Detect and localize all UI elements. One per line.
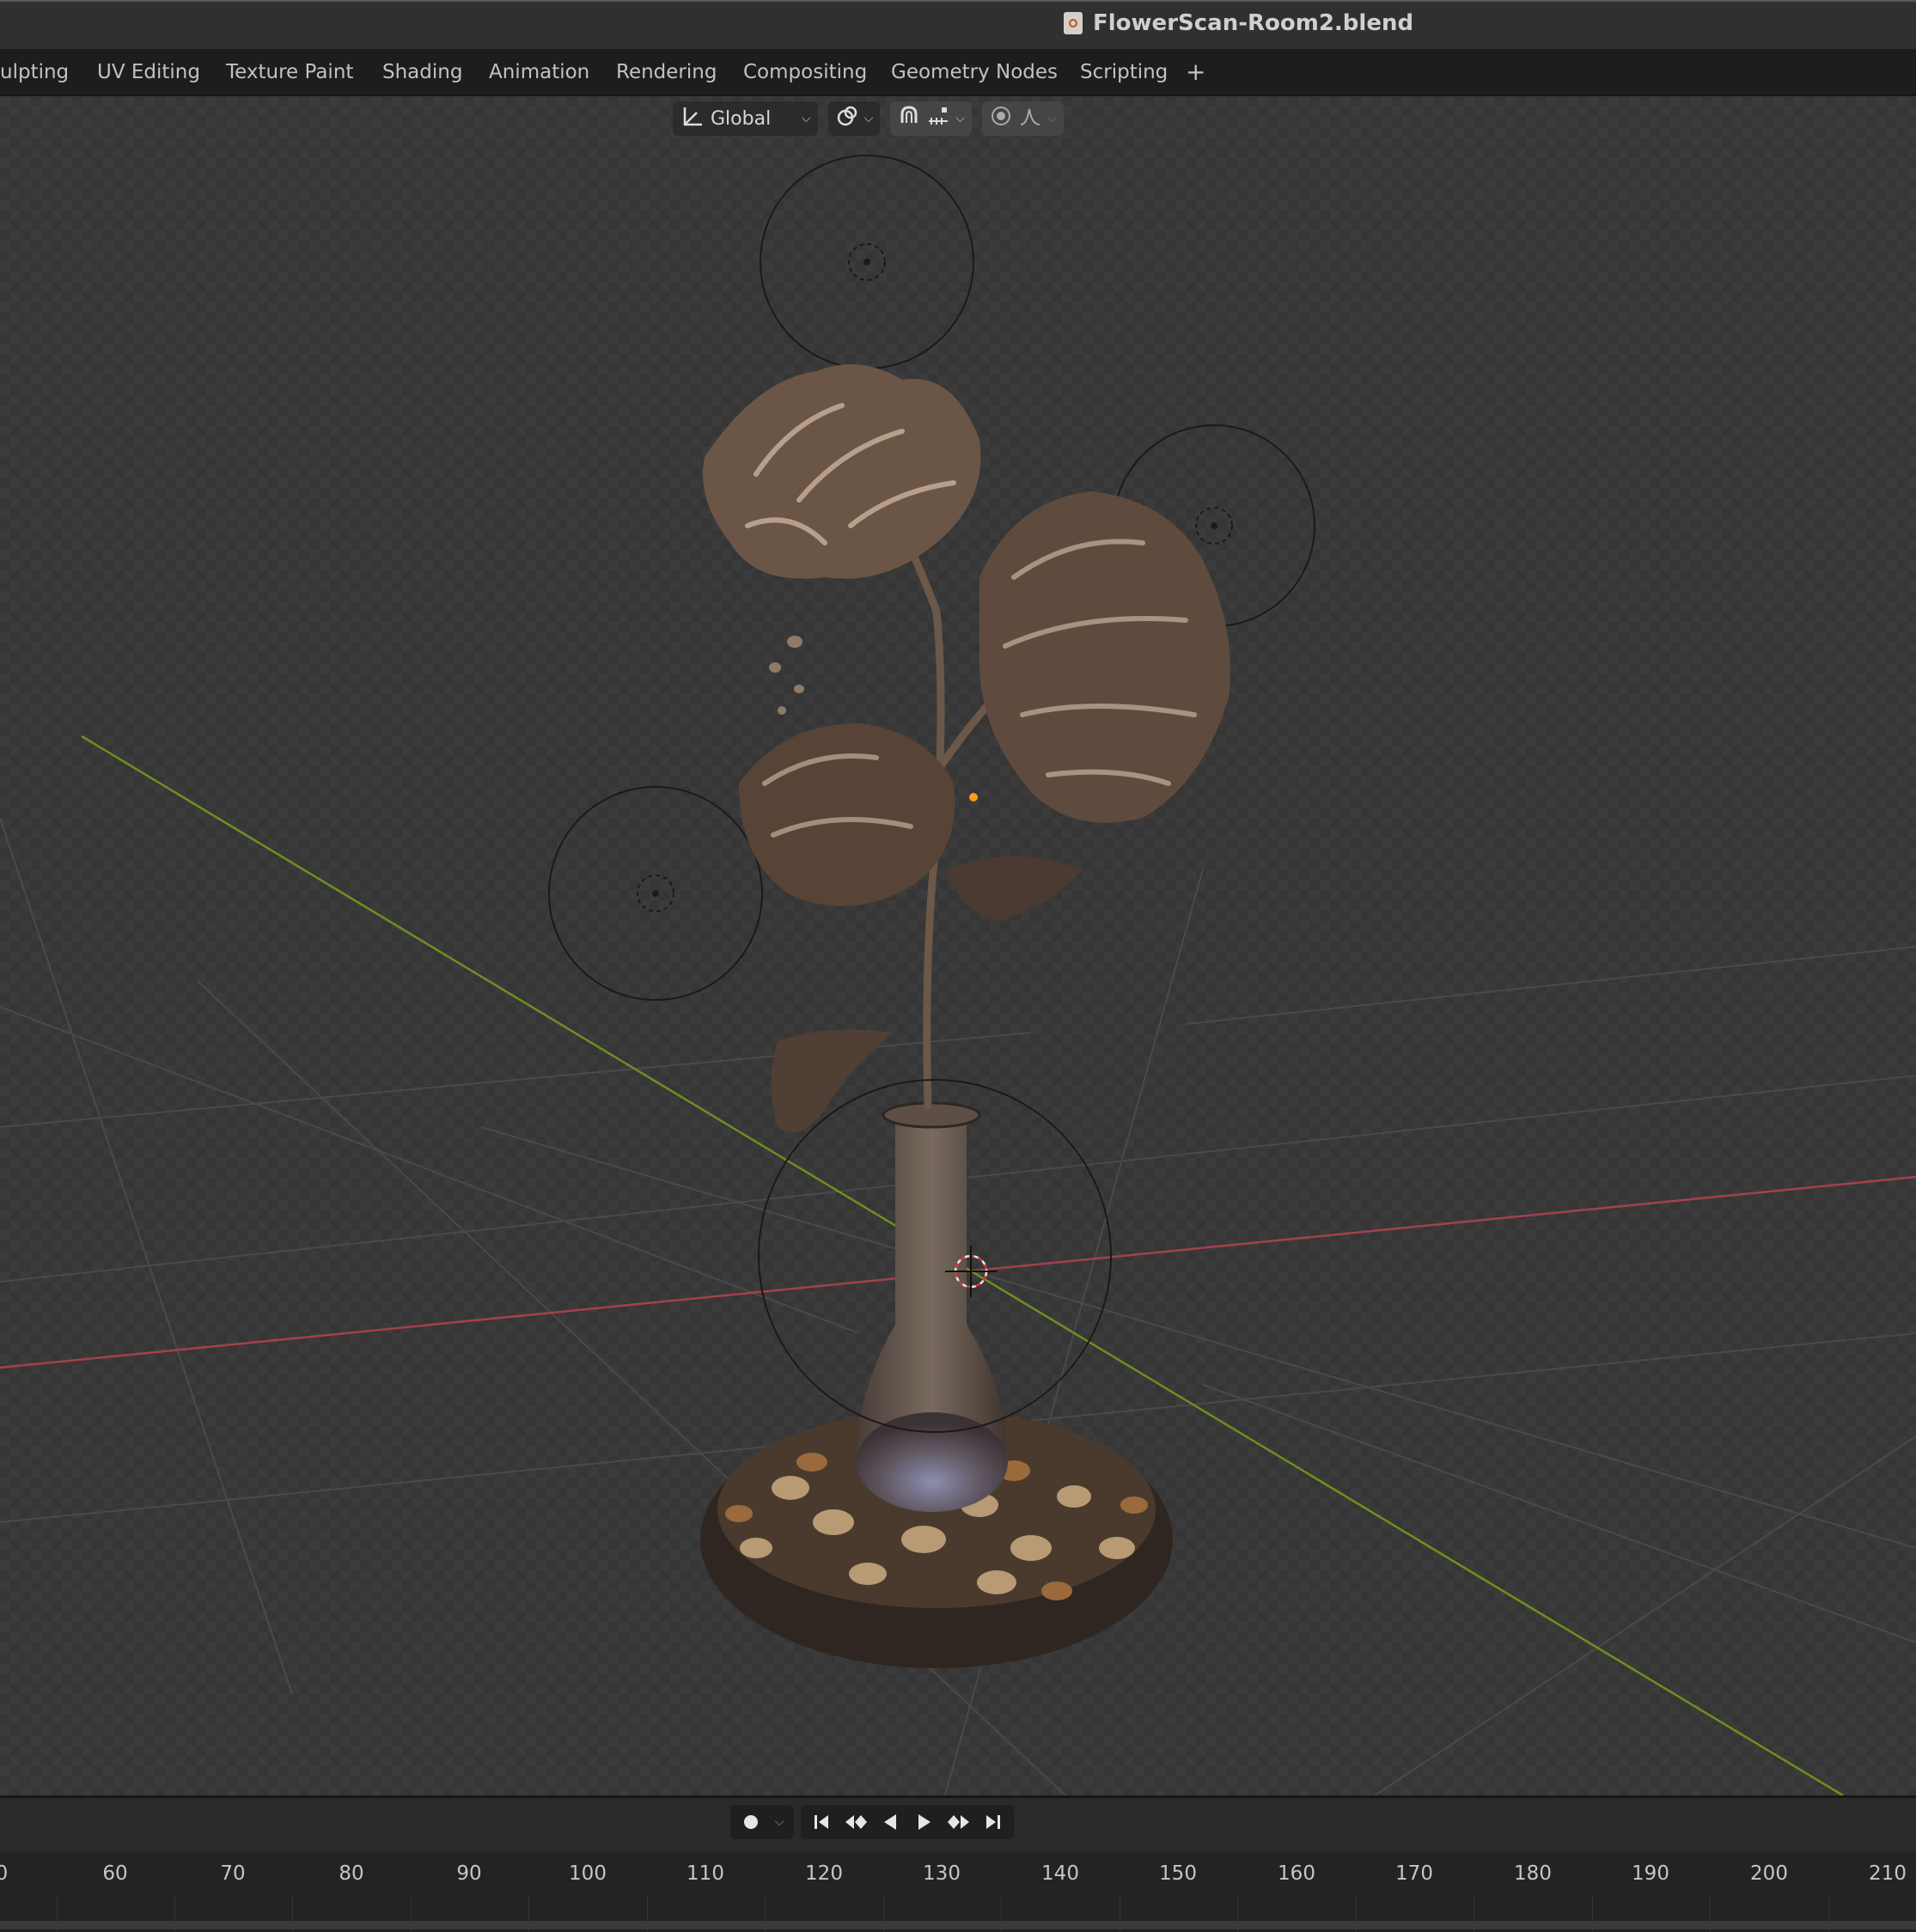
chevron-down-icon: ⌵ <box>802 112 811 125</box>
chevron-down-icon[interactable]: ⌵ <box>770 1807 789 1838</box>
frame-tick-label: 110 <box>686 1862 724 1885</box>
frame-tick-label: 70 <box>220 1862 246 1885</box>
pivot-point-icon <box>835 104 859 133</box>
frame-tick-label: 60 <box>102 1862 128 1885</box>
orientation-axes-icon <box>680 104 705 133</box>
frame-tick-label: 160 <box>1278 1862 1315 1885</box>
tab-texture-paint[interactable]: Texture Paint <box>226 61 353 83</box>
pivot-point-dropdown[interactable]: ⌵ <box>827 101 881 136</box>
timeline-editor: ⌵ 0 60 70 80 90 100 110 120 130 140 150 … <box>0 1795 1916 1932</box>
title-bar: FlowerScan-Room2.blend <box>0 0 1916 49</box>
viewport-scene[interactable] <box>0 96 1916 1795</box>
snap-toggle[interactable]: ⌵ <box>890 101 972 136</box>
frame-tick-label: 200 <box>1750 1862 1788 1885</box>
fallen-petal[interactable] <box>771 1029 894 1133</box>
play-icon[interactable] <box>909 1807 940 1838</box>
next-keyframe-icon[interactable] <box>943 1807 974 1838</box>
tab-scripting[interactable]: Scripting <box>1080 61 1168 83</box>
transport-group <box>801 1805 1014 1839</box>
frame-tick-label: 100 <box>569 1862 607 1885</box>
falloff-curve-icon[interactable] <box>1018 104 1042 133</box>
playback-controls: ⌵ <box>730 1805 1014 1839</box>
jump-start-icon[interactable] <box>806 1807 837 1838</box>
transform-orientation-dropdown[interactable]: Global ⌵ <box>673 101 818 136</box>
chevron-down-icon: ⌵ <box>955 112 965 125</box>
proportional-editing-icon <box>989 104 1013 133</box>
chevron-down-icon: ⌵ <box>863 112 874 125</box>
record-icon[interactable] <box>735 1807 766 1838</box>
window-title: FlowerScan-Room2.blend <box>1093 10 1414 36</box>
orientation-value: Global <box>711 107 772 130</box>
flower-head-top[interactable] <box>703 364 981 579</box>
tab-shading[interactable]: Shading <box>382 61 462 83</box>
workspace-tab-bar: ulpting UV Editing Texture Paint Shading… <box>0 49 1916 96</box>
frame-tick-label: 150 <box>1159 1862 1197 1885</box>
frame-tick-label: 90 <box>456 1862 482 1885</box>
frame-tick-label: 120 <box>805 1862 843 1885</box>
frame-tick-label: 0 <box>0 1862 9 1885</box>
light-helper-top[interactable] <box>760 155 974 369</box>
frame-tick-label: 80 <box>339 1862 364 1885</box>
frame-ruler[interactable]: 0 60 70 80 90 100 110 120 130 140 150 16… <box>0 1851 1916 1932</box>
title-group: FlowerScan-Room2.blend <box>1064 10 1413 36</box>
tab-uv-editing[interactable]: UV Editing <box>97 61 200 83</box>
jump-end-icon[interactable] <box>978 1807 1009 1838</box>
tab-animation[interactable]: Animation <box>489 61 589 83</box>
frame-tick-label: 180 <box>1514 1862 1552 1885</box>
timeline-scrollbar[interactable] <box>0 1921 1916 1929</box>
viewport-header-tools: Global ⌵ ⌵ ⌵ ⌵ <box>673 101 1064 137</box>
object-origin-dot[interactable] <box>969 793 978 801</box>
tab-compositing[interactable]: Compositing <box>743 61 867 83</box>
snap-magnet-icon <box>897 104 921 133</box>
tab-geometry-nodes[interactable]: Geometry Nodes <box>891 61 1058 83</box>
play-reverse-icon[interactable] <box>875 1807 906 1838</box>
chevron-down-icon: ⌵ <box>1046 112 1057 125</box>
record-group: ⌵ <box>730 1805 794 1839</box>
proportional-editing-toggle[interactable]: ⌵ <box>981 101 1064 136</box>
light-helper-left[interactable] <box>548 786 763 1001</box>
prev-keyframe-icon[interactable] <box>840 1807 871 1838</box>
tab-rendering[interactable]: Rendering <box>616 61 717 83</box>
blend-file-icon <box>1064 12 1083 34</box>
frame-tick-label: 170 <box>1395 1862 1433 1885</box>
vase[interactable] <box>857 1101 1008 1512</box>
frame-tick-label: 140 <box>1041 1862 1079 1885</box>
flower-head-right[interactable] <box>979 491 1230 823</box>
petal-fragments <box>769 636 804 715</box>
frame-tick-label: 210 <box>1869 1862 1907 1885</box>
add-workspace-button[interactable]: + <box>1186 58 1205 86</box>
tab-sculpting[interactable]: ulpting <box>0 61 69 83</box>
3d-viewport[interactable]: Global ⌵ ⌵ ⌵ ⌵ <box>0 96 1916 1795</box>
frame-tick-label: 190 <box>1632 1862 1669 1885</box>
snap-increment-icon <box>926 104 950 133</box>
frame-tick-label: 130 <box>923 1862 961 1885</box>
